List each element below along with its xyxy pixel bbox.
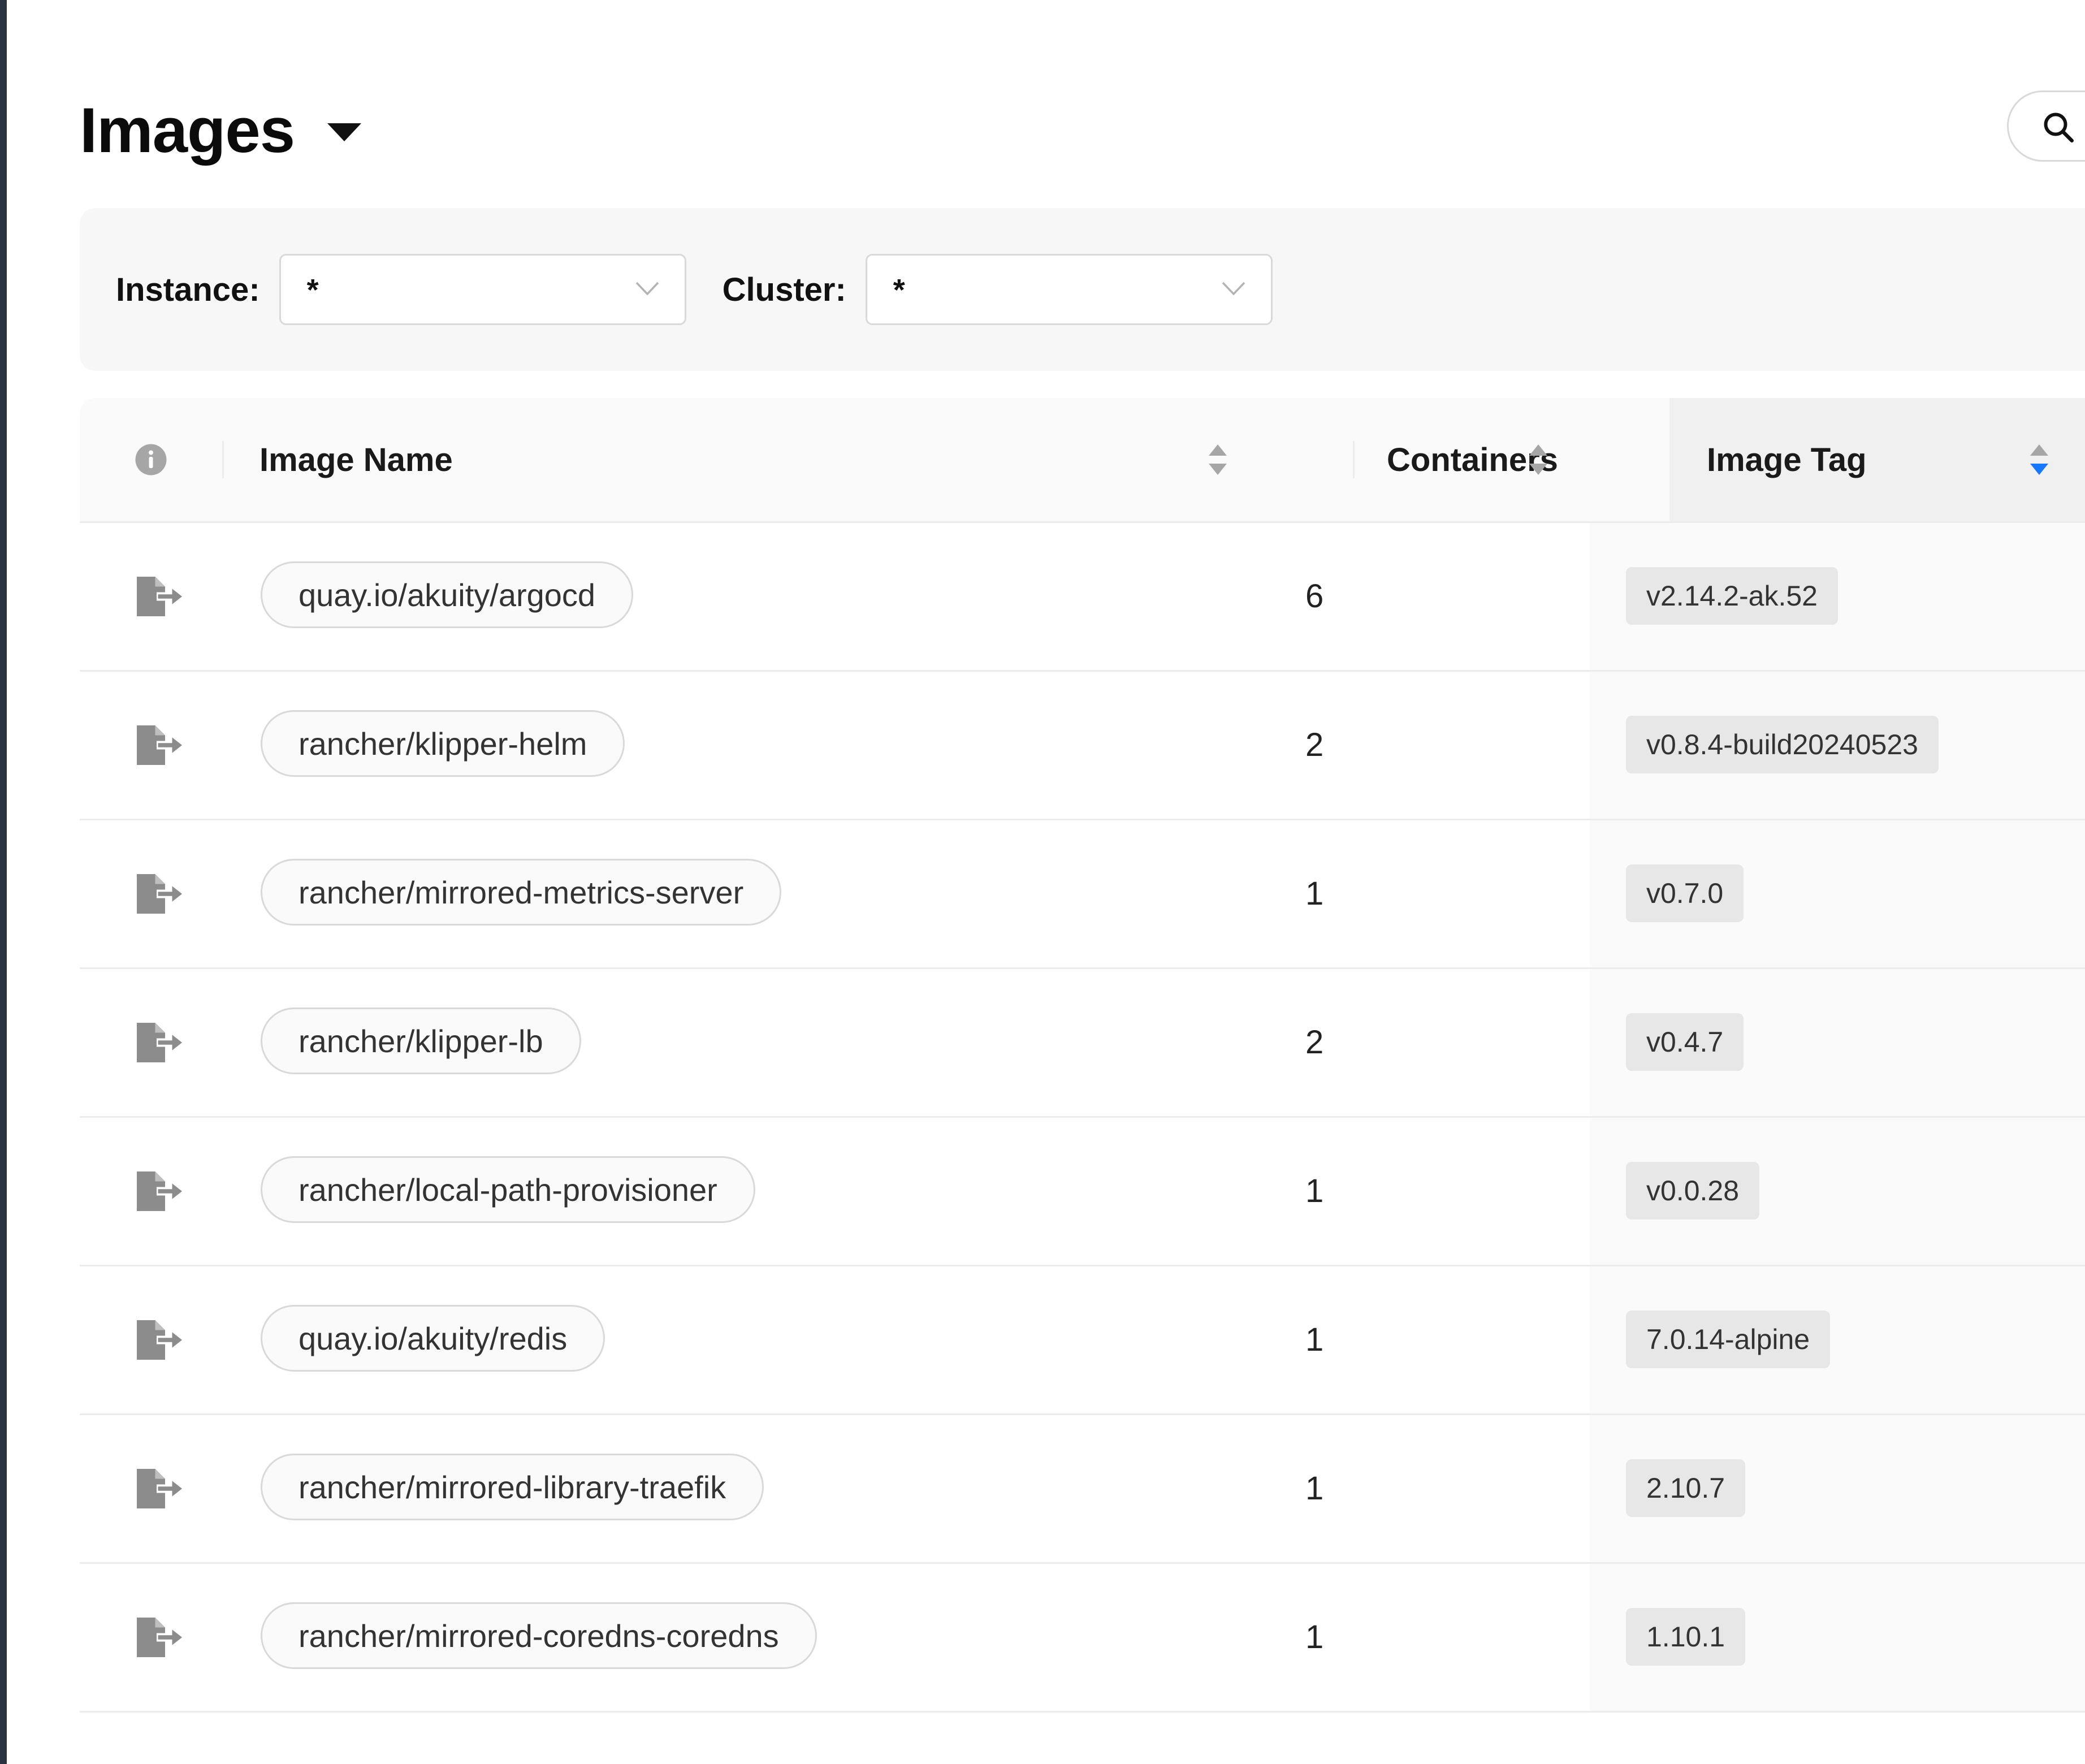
image-name-pill[interactable]: rancher/mirrored-metrics-server — [261, 859, 782, 926]
chevron-down-icon — [635, 282, 659, 296]
table-row[interactable]: rancher/klipper-helm 2 v0.8.4-build2024052… — [80, 672, 2085, 820]
image-name-pill[interactable]: quay.io/akuity/redis — [261, 1305, 605, 1372]
image-tag-badge: v0.7.0 — [1626, 864, 1744, 922]
cluster-select-value: * — [893, 273, 905, 307]
chevron-down-icon — [1222, 282, 1245, 296]
table-header: Image Name Containers Image Tag — [80, 398, 2085, 523]
image-name-header-label: Image Name — [259, 441, 453, 478]
instance-select[interactable]: * — [279, 254, 686, 325]
instance-select-value: * — [306, 273, 319, 307]
image-tag-badge: 2.10.7 — [1626, 1459, 1746, 1517]
image-name-pill[interactable]: rancher/klipper-helm — [261, 710, 625, 777]
table-row[interactable]: rancher/mirrored-library-traefik 1 2.10.7 — [80, 1415, 2085, 1564]
page-header: Images — [80, 85, 361, 175]
info-column-header — [80, 398, 222, 521]
containers-count: 1 — [1305, 1321, 1324, 1358]
cluster-select[interactable]: * — [865, 254, 1273, 325]
containers-count: 1 — [1305, 1173, 1324, 1209]
sort-icon[interactable] — [1528, 443, 1548, 476]
search-icon — [2044, 113, 2074, 142]
export-file-icon[interactable] — [134, 1169, 185, 1217]
window-edge — [0, 0, 7, 1764]
table-row[interactable]: rancher/local-path-provisioner 1 v0.0.28 — [80, 1118, 2085, 1266]
export-file-icon[interactable] — [134, 574, 185, 622]
filter-bar: Instance: * Cluster: * — [80, 208, 2085, 371]
table-body: quay.io/akuity/argocd 6 v2.14.2-ak.52 ranch… — [80, 523, 2085, 1713]
containers-count: 1 — [1305, 875, 1324, 912]
instance-filter-label: Instance: — [116, 271, 260, 308]
image-tag-badge: v0.0.28 — [1626, 1162, 1760, 1220]
image-tag-header-label: Image Tag — [1707, 441, 1867, 478]
containers-column-header[interactable]: Containers — [1353, 398, 1669, 521]
table-row[interactable]: rancher/klipper-lb 2 v0.4.7 — [80, 969, 2085, 1118]
export-file-icon[interactable] — [134, 1317, 185, 1365]
image-name-pill[interactable]: quay.io/akuity/argocd — [261, 561, 634, 628]
containers-count: 1 — [1305, 1470, 1324, 1507]
image-name-column-header[interactable]: Image Name — [222, 398, 1353, 521]
sort-descending-icon[interactable] — [2029, 443, 2049, 476]
image-tag-badge: v0.8.4-build20240523 — [1626, 716, 1939, 773]
images-table: Image Name Containers Image Tag quay.io/… — [80, 398, 2085, 1713]
export-file-icon[interactable] — [134, 1020, 185, 1068]
image-name-pill[interactable]: rancher/mirrored-library-traefik — [261, 1454, 764, 1520]
image-tag-badge: 1.10.1 — [1626, 1608, 1746, 1666]
table-row[interactable]: quay.io/akuity/argocd 6 v2.14.2-ak.52 — [80, 523, 2085, 672]
cluster-filter-label: Cluster: — [722, 271, 846, 308]
export-file-icon[interactable] — [134, 723, 185, 771]
image-tag-badge: v0.4.7 — [1626, 1013, 1744, 1071]
export-file-icon[interactable] — [134, 871, 185, 919]
export-file-icon[interactable] — [134, 1466, 185, 1514]
export-file-icon[interactable] — [134, 1615, 185, 1663]
table-row[interactable]: rancher/mirrored-coredns-coredns 1 1.10.1 — [80, 1564, 2085, 1713]
search-button[interactable] — [2007, 90, 2085, 162]
table-row[interactable]: rancher/mirrored-metrics-server 1 v0.7.0 — [80, 820, 2085, 969]
image-tag-column-header[interactable]: Image Tag — [1669, 398, 2085, 521]
image-name-pill[interactable]: rancher/mirrored-coredns-coredns — [261, 1602, 817, 1669]
containers-count: 6 — [1305, 578, 1324, 615]
page-title: Images — [80, 94, 295, 166]
image-name-pill[interactable]: rancher/klipper-lb — [261, 1008, 581, 1074]
image-name-pill[interactable]: rancher/local-path-provisioner — [261, 1156, 755, 1223]
table-row[interactable]: quay.io/akuity/redis 1 7.0.14-alpine — [80, 1266, 2085, 1415]
containers-count: 1 — [1305, 1619, 1324, 1655]
sort-icon[interactable] — [1208, 443, 1228, 476]
caret-down-icon[interactable] — [327, 123, 361, 141]
image-tag-badge: 7.0.14-alpine — [1626, 1311, 1831, 1368]
containers-count: 2 — [1305, 1024, 1324, 1061]
info-icon[interactable] — [134, 443, 168, 477]
image-tag-badge: v2.14.2-ak.52 — [1626, 567, 1838, 625]
containers-count: 2 — [1305, 727, 1324, 763]
